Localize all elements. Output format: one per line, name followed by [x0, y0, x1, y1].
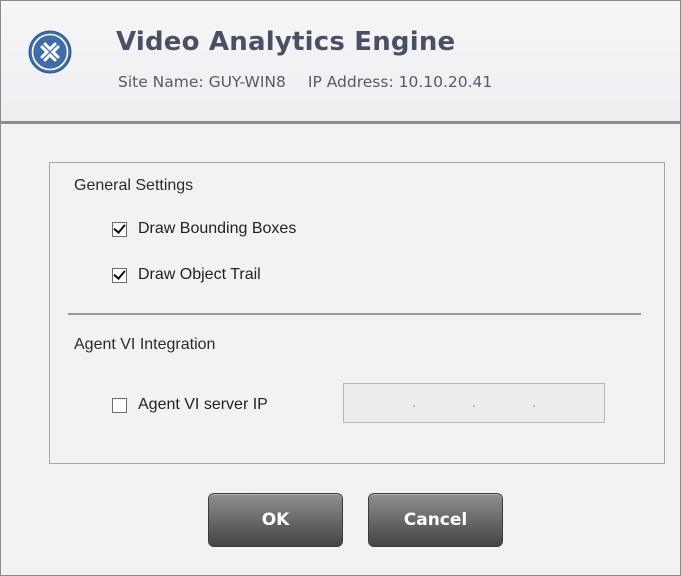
draw-object-trail-label: Draw Object Trail — [138, 266, 261, 283]
ip-address-label: IP Address: 10.10.20.41 — [307, 73, 493, 91]
video-analytics-dialog: Video Analytics Engine Site Name: GUY-WI… — [0, 0, 681, 576]
ip-dot: . — [411, 395, 417, 411]
dialog-header: Video Analytics Engine Site Name: GUY-WI… — [1, 1, 680, 124]
draw-object-trail-checkbox[interactable] — [112, 266, 127, 283]
draw-bounding-boxes-row[interactable]: Draw Bounding Boxes — [112, 220, 296, 238]
checkmark-icon — [113, 220, 126, 234]
draw-bounding-boxes-checkbox[interactable] — [112, 220, 127, 237]
connection-info: Site Name: GUY-WIN8 IP Address: 10.10.20.… — [118, 73, 492, 91]
settings-panel: General Settings Draw Bounding Boxes Dra… — [49, 162, 665, 464]
draw-bounding-boxes-label: Draw Bounding Boxes — [138, 220, 297, 237]
ok-button[interactable]: OK — [208, 493, 343, 547]
agent-vi-server-label: Agent VI server IP — [138, 396, 268, 413]
analytics-logo-icon — [28, 30, 72, 74]
agent-vi-server-ip-input[interactable]: . . . — [343, 383, 605, 423]
cancel-button[interactable]: Cancel — [368, 493, 503, 547]
dialog-title: Video Analytics Engine — [116, 27, 456, 57]
general-settings-heading: General Settings — [74, 177, 194, 194]
ip-dot: . — [471, 395, 477, 411]
section-divider — [68, 313, 641, 315]
agent-vi-server-checkbox[interactable] — [112, 397, 127, 413]
checkmark-icon — [113, 266, 126, 280]
ip-dot: . — [531, 395, 537, 411]
agent-vi-heading: Agent VI Integration — [74, 336, 216, 353]
site-name-label: Site Name: GUY-WIN8 — [118, 73, 286, 91]
agent-vi-server-row[interactable]: Agent VI server IP — [112, 396, 268, 414]
draw-object-trail-row[interactable]: Draw Object Trail — [112, 266, 261, 284]
